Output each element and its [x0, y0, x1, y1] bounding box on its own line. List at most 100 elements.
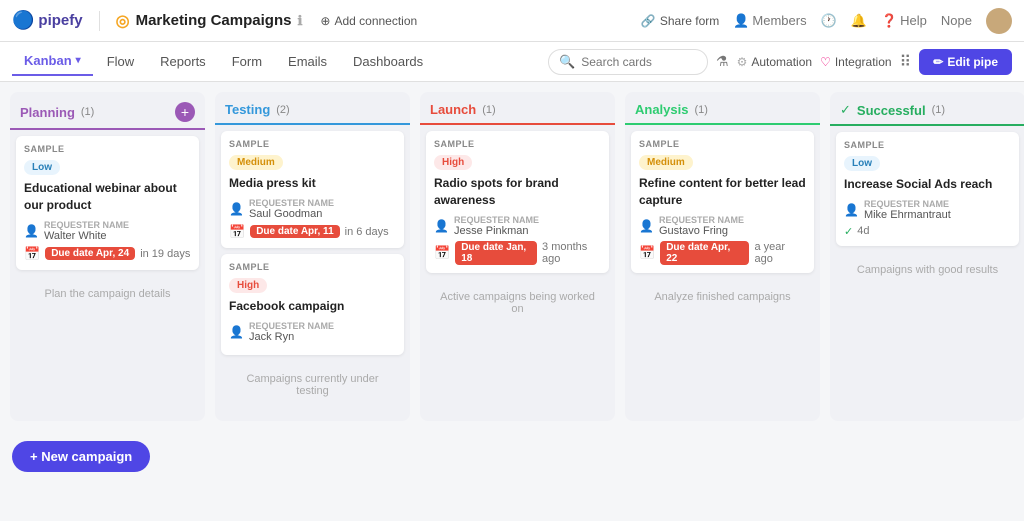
column-body-testing: SAMPLEMediumMedia press kit👤REQUESTER NA… [215, 125, 410, 421]
requester-label: REQUESTER NAME [249, 198, 334, 208]
notification-btn[interactable]: 🔔 [851, 13, 867, 29]
nav-bar: Kanban ▾ Flow Reports Form Emails Dashbo… [0, 42, 1024, 82]
nav-right: 🔍 ⚗ ⚙ Automation ♡ Integration ⠿ ✏ Edit … [548, 49, 1012, 75]
help-btn[interactable]: ❓ Help [881, 13, 927, 29]
nav-item-form[interactable]: Form [220, 48, 274, 75]
add-connection-label: Add connection [334, 14, 417, 28]
share-icon: 🔗 [641, 14, 656, 28]
column-count-analysis: (1) [694, 104, 707, 116]
nav-item-flow[interactable]: Flow [95, 48, 146, 75]
filter-icon[interactable]: ⚗ [716, 53, 729, 70]
card-sample-label: SAMPLE [24, 144, 191, 154]
requester-name: Walter White [44, 230, 129, 242]
checkmark-icon: ✓ [844, 225, 853, 238]
search-box[interactable]: 🔍 [548, 49, 708, 75]
add-connection-btn[interactable]: ⊕ Add connection [312, 10, 425, 32]
column-empty-msg-planning: Plan the campaign details [16, 276, 199, 312]
members-label: Members [752, 13, 806, 28]
due-days-text: in 19 days [140, 248, 190, 260]
divider [99, 11, 100, 31]
requester-name: Saul Goodman [249, 208, 334, 220]
due-date-badge: Due date Jan, 18 [455, 241, 537, 265]
card[interactable]: SAMPLEHighRadio spots for brand awarenes… [426, 131, 609, 273]
due-date-badge: Due date Apr, 24 [45, 247, 135, 260]
column-empty-msg-testing: Campaigns currently under testing [221, 361, 404, 409]
column-empty-msg-successful: Campaigns with good results [836, 252, 1019, 288]
card[interactable]: SAMPLEMediumRefine content for better le… [631, 131, 814, 273]
column-planning: Planning(1)+ SAMPLE Low Educational webinar… [10, 92, 205, 421]
automation-icon: ⚙ [737, 55, 748, 69]
search-input[interactable] [581, 55, 697, 69]
card-due-row: 📅Due date Apr, 11in 6 days [229, 224, 396, 240]
new-campaign-label: + New campaign [30, 449, 132, 464]
card-sample-label: SAMPLE [434, 139, 601, 149]
automation-label: Automation [751, 55, 812, 69]
column-title-analysis: Analysis [635, 102, 688, 117]
avatar[interactable] [986, 8, 1012, 34]
logo-icon: 🔵 [12, 10, 34, 31]
card[interactable]: SAMPLELowIncrease Social Ads reach👤REQUE… [836, 132, 1019, 246]
user-icon: 👤 [639, 219, 654, 233]
requester-label: REQUESTER NAME [454, 215, 539, 225]
card-due-row: 📅Due date Jan, 183 months ago [434, 241, 601, 265]
grid-icon[interactable]: ⠿ [900, 52, 912, 72]
nav-emails-label: Emails [288, 54, 327, 69]
user-icon: 👤 [24, 224, 39, 238]
column-successful: ✓Successful(1) SAMPLELowIncrease Social A… [830, 92, 1024, 421]
card-requester-row: 👤 REQUESTER NAMEGustavo Fring [639, 215, 806, 237]
card[interactable]: SAMPLE Low Educational webinar about our p… [16, 136, 199, 270]
nav-item-dashboards[interactable]: Dashboards [341, 48, 435, 75]
column-header-launch: Launch(1) [420, 92, 615, 125]
card-priority-badge: Medium [229, 155, 283, 170]
edit-pipe-button[interactable]: ✏ Edit pipe [919, 49, 1012, 75]
nav-item-emails[interactable]: Emails [276, 48, 339, 75]
edit-pipe-label: Edit pipe [947, 55, 998, 69]
column-empty-msg-launch: Active campaigns being worked on [426, 279, 609, 327]
requester-label: REQUESTER NAME [659, 215, 744, 225]
card[interactable]: SAMPLEHighFacebook campaign👤REQUESTER NA… [221, 254, 404, 355]
card-requester-info: REQUESTER NAMEGustavo Fring [659, 215, 744, 237]
column-count-launch: (1) [482, 104, 495, 116]
bottom-bar: + New campaign [0, 431, 1024, 481]
column-testing: Testing(2)SAMPLEMediumMedia press kit👤RE… [215, 92, 410, 421]
column-header-successful: ✓Successful(1) [830, 92, 1024, 126]
integration-btn[interactable]: ♡ Integration [820, 55, 891, 69]
card-priority-badge: Low [24, 160, 60, 175]
calendar-icon: 📅 [434, 245, 450, 261]
column-add-btn-planning[interactable]: + [175, 102, 195, 122]
column-header-testing: Testing(2) [215, 92, 410, 125]
info-icon[interactable]: ℹ [297, 13, 302, 29]
card-sample-label: SAMPLE [639, 139, 806, 149]
card-title: Media press kit [229, 175, 396, 192]
requester-label: REQUESTER NAME [249, 321, 334, 331]
card-requester-info: REQUESTER NAMEWalter White [44, 220, 129, 242]
clock-btn[interactable]: 🕐 [821, 13, 837, 29]
check-circle-icon: ✓ [840, 102, 851, 118]
card-requester-row: 👤REQUESTER NAMESaul Goodman [229, 198, 396, 220]
share-form-label: Share form [660, 14, 719, 28]
requester-label: REQUESTER NAME [44, 220, 129, 230]
share-form-btn[interactable]: 🔗 Share form [641, 14, 719, 28]
kanban-board: Planning(1)+ SAMPLE Low Educational webinar… [0, 82, 1024, 431]
nav-item-kanban[interactable]: Kanban ▾ [12, 47, 93, 76]
members-btn[interactable]: 👤 Members [733, 13, 806, 29]
automation-btn[interactable]: ⚙ Automation [737, 55, 812, 69]
new-campaign-button[interactable]: + New campaign [12, 441, 150, 472]
requester-name: Mike Ehrmantraut [864, 209, 951, 221]
members-icon: 👤 [733, 13, 749, 29]
card-title: Educational webinar about our product [24, 180, 191, 214]
app-logo: 🔵 pipefy [12, 10, 83, 31]
requester-name: Jack Ryn [249, 331, 334, 343]
help-label: Help [900, 13, 927, 28]
nav-item-reports[interactable]: Reports [148, 48, 218, 75]
column-body-successful: SAMPLELowIncrease Social Ads reach👤REQUE… [830, 126, 1024, 421]
nav-flow-label: Flow [107, 54, 134, 69]
card-requester-info: REQUESTER NAMESaul Goodman [249, 198, 334, 220]
column-header-planning: Planning(1)+ [10, 92, 205, 130]
card-due-row: 📅Due date Apr, 22a year ago [639, 241, 806, 265]
user-name-text: Nope [941, 13, 972, 28]
card-check-row: ✓4d [844, 225, 1011, 238]
card-priority-badge: Medium [639, 155, 693, 170]
card[interactable]: SAMPLEMediumMedia press kit👤REQUESTER NA… [221, 131, 404, 248]
nav-kanban-label: Kanban [24, 53, 72, 68]
